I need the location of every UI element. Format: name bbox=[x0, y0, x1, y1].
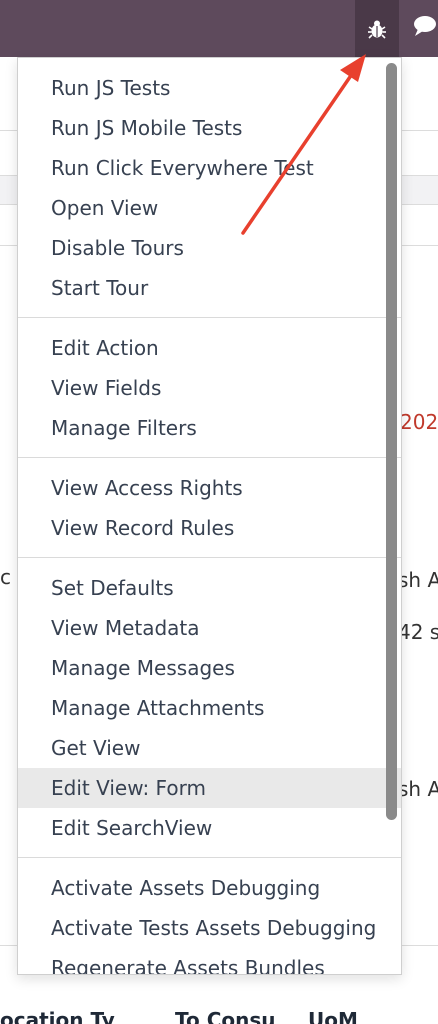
dropdown-scrollbar[interactable] bbox=[386, 63, 397, 820]
column-header-uom[interactable]: UoM bbox=[308, 1008, 358, 1024]
menu-item-edit-searchview[interactable]: Edit SearchView bbox=[18, 808, 401, 848]
menu-item-view-fields[interactable]: View Fields bbox=[18, 368, 401, 408]
menu-item-edit-action[interactable]: Edit Action bbox=[18, 328, 401, 368]
menu-item-activate-tests-assets-debugging[interactable]: Activate Tests Assets Debugging bbox=[18, 908, 401, 948]
field-fragment: sh A bbox=[398, 568, 438, 592]
column-header-location-type[interactable]: ocation Ty bbox=[0, 1008, 115, 1024]
menu-item-view-metadata[interactable]: View Metadata bbox=[18, 608, 401, 648]
menu-group: Edit Action View Fields Manage Filters bbox=[18, 318, 401, 458]
menu-item-run-click-everywhere-test[interactable]: Run Click Everywhere Test bbox=[18, 148, 401, 188]
debug-dropdown-menu: Run JS Tests Run JS Mobile Tests Run Click… bbox=[17, 57, 402, 975]
menu-item-manage-attachments[interactable]: Manage Attachments bbox=[18, 688, 401, 728]
menu-item-manage-messages[interactable]: Manage Messages bbox=[18, 648, 401, 688]
field-fragment: 42 s bbox=[398, 620, 438, 644]
menu-item-view-record-rules[interactable]: View Record Rules bbox=[18, 508, 401, 548]
menu-item-start-tour[interactable]: Start Tour bbox=[18, 268, 401, 308]
menu-group: View Access Rights View Record Rules bbox=[18, 458, 401, 558]
menu-item-disable-tours[interactable]: Disable Tours bbox=[18, 228, 401, 268]
messaging-button[interactable] bbox=[410, 10, 438, 44]
chat-icon bbox=[414, 16, 436, 36]
field-fragment: sh A bbox=[398, 777, 438, 801]
menu-item-regenerate-assets-bundles[interactable]: Regenerate Assets Bundles bbox=[18, 948, 401, 974]
field-fragment: c bbox=[0, 565, 11, 589]
menu-item-manage-filters[interactable]: Manage Filters bbox=[18, 408, 401, 448]
menu-group: Activate Assets Debugging Activate Tests … bbox=[18, 858, 401, 974]
bug-icon bbox=[368, 20, 386, 39]
date-value: 2024 bbox=[400, 410, 438, 434]
column-header-to-consume[interactable]: To Consu bbox=[175, 1008, 276, 1024]
menu-item-edit-view-form[interactable]: Edit View: Form bbox=[18, 768, 401, 808]
menu-item-activate-assets-debugging[interactable]: Activate Assets Debugging bbox=[18, 868, 401, 908]
menu-item-set-defaults[interactable]: Set Defaults bbox=[18, 568, 401, 608]
menu-group: Run JS Tests Run JS Mobile Tests Run Click… bbox=[18, 58, 401, 318]
menu-item-run-js-tests[interactable]: Run JS Tests bbox=[18, 68, 401, 108]
menu-item-run-js-mobile-tests[interactable]: Run JS Mobile Tests bbox=[18, 108, 401, 148]
menu-item-view-access-rights[interactable]: View Access Rights bbox=[18, 468, 401, 508]
menu-group: Set Defaults View Metadata Manage Messages… bbox=[18, 558, 401, 858]
debug-menu-button[interactable] bbox=[355, 0, 399, 57]
menu-item-open-view[interactable]: Open View bbox=[18, 188, 401, 228]
top-navbar bbox=[0, 0, 438, 57]
menu-item-get-view[interactable]: Get View bbox=[18, 728, 401, 768]
